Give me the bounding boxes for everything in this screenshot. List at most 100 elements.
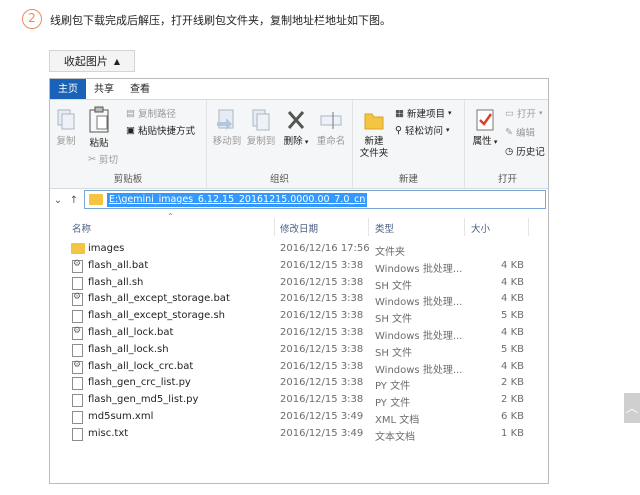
- tab-share[interactable]: 共享: [86, 80, 122, 99]
- batch-file-icon: [72, 326, 83, 340]
- step-instruction: 线刷包下载完成后解压，打开线刷包文件夹，复制地址栏地址如下图。: [50, 14, 391, 27]
- paste-label: 粘贴: [89, 138, 109, 149]
- edit-label: 编辑: [515, 128, 535, 139]
- file-date: 2016/12/15 3:38: [280, 343, 364, 355]
- new-item-button[interactable]: ▦ 新建项目 ▾: [395, 106, 452, 121]
- copy-label: 复制: [56, 136, 76, 147]
- file-icon: [72, 276, 83, 290]
- file-row[interactable]: flash_all_except_storage.sh 2016/12/15 3:…: [50, 308, 548, 325]
- file-size: 4 KB: [501, 259, 524, 271]
- batch-file-icon: [72, 259, 83, 273]
- up-arrow-icon[interactable]: ↑: [66, 195, 82, 206]
- column-header-name[interactable]: 名称: [72, 221, 91, 235]
- column-header-size[interactable]: 大小: [471, 221, 490, 235]
- paste-button[interactable]: 粘贴: [84, 106, 114, 150]
- easy-access-icon: ⚲: [395, 124, 402, 136]
- explorer-window: 主页 共享 查看 复制 粘贴 ▤ 复制路径 ▣ 粘贴快捷方式 ✂ 剪切 剪贴板 …: [49, 78, 549, 484]
- file-row[interactable]: flash_gen_md5_list.py 2016/12/15 3:38 PY 文…: [50, 392, 548, 409]
- paste-shortcut-icon: ▣: [126, 124, 135, 136]
- new-folder-label: 新建 文件夹: [359, 136, 389, 159]
- paste-shortcut-button[interactable]: ▣ 粘贴快捷方式: [126, 123, 195, 138]
- file-name: misc.txt: [88, 427, 129, 439]
- collapse-image-button[interactable]: 收起图片 ▲: [49, 50, 135, 72]
- file-date: 2016/12/15 3:38: [280, 310, 364, 322]
- copy-to-button[interactable]: 复制到: [245, 108, 277, 148]
- copy-to-icon: [252, 109, 270, 131]
- dropdown-caret-icon: ▾: [539, 109, 543, 117]
- file-row[interactable]: flash_all_except_storage.bat 2016/12/15 3…: [50, 291, 548, 308]
- rename-button[interactable]: 重命名: [313, 108, 349, 148]
- copy-path-label: 复制路径: [137, 109, 176, 120]
- file-type: Windows 批处理...: [375, 330, 463, 342]
- edit-button[interactable]: ✎ 编辑: [505, 125, 535, 140]
- file-size: 1 KB: [501, 427, 524, 439]
- file-name: flash_all_lock.sh: [88, 343, 169, 355]
- file-type: Windows 批处理...: [375, 263, 463, 275]
- paste-shortcut-label: 粘贴快捷方式: [137, 126, 195, 137]
- dropdown-caret-icon: ▾: [448, 109, 452, 117]
- file-size: 6 KB: [501, 410, 524, 422]
- copy-button[interactable]: 复制: [52, 108, 80, 148]
- file-row[interactable]: flash_all.sh 2016/12/15 3:38 SH 文件 4 KB: [50, 275, 548, 292]
- step-number-badge: 2: [22, 9, 42, 29]
- file-row[interactable]: flash_gen_crc_list.py 2016/12/15 3:38 PY 文…: [50, 375, 548, 392]
- column-header-type[interactable]: 类型: [375, 221, 394, 235]
- file-icon: [72, 377, 83, 391]
- copy-path-button[interactable]: ▤ 复制路径: [126, 106, 176, 121]
- file-row[interactable]: flash_all.bat 2016/12/15 3:38 Windows 批处理.…: [50, 258, 548, 275]
- cut-button[interactable]: ✂ 剪切: [88, 152, 118, 167]
- file-row[interactable]: flash_all_lock.sh 2016/12/15 3:38 SH 文件 5 K…: [50, 342, 548, 359]
- file-name: images: [88, 243, 125, 254]
- file-name: flash_all_lock_crc.bat: [88, 360, 194, 372]
- file-row[interactable]: flash_all_lock_crc.bat 2016/12/15 3:38 Win…: [50, 359, 548, 376]
- file-row[interactable]: images 2016/12/16 17:56 文件夹: [50, 241, 548, 258]
- file-icon: [72, 310, 83, 324]
- history-button[interactable]: ◷ 历史记: [505, 144, 545, 159]
- open-group: 属性 ▾ ▭ 打开 ▾ ✎ 编辑 ◷ 历史记 打开: [465, 100, 548, 188]
- file-date: 2016/12/15 3:49: [280, 410, 364, 422]
- history-icon: ◷: [505, 145, 514, 157]
- column-header-date[interactable]: 修改日期: [280, 221, 318, 235]
- move-to-button[interactable]: 移动到: [211, 108, 243, 148]
- file-icon: [72, 343, 83, 357]
- file-name: flash_all_except_storage.bat: [88, 293, 230, 305]
- new-folder-icon: [364, 113, 384, 130]
- file-name: flash_gen_md5_list.py: [88, 394, 199, 406]
- file-date: 2016/12/15 3:38: [280, 259, 364, 271]
- scroll-to-top-button[interactable]: ︿: [624, 393, 640, 423]
- file-row[interactable]: flash_all_lock.bat 2016/12/15 3:38 Windows…: [50, 325, 548, 342]
- file-row[interactable]: md5sum.xml 2016/12/15 3:49 XML 文档 6 KB: [50, 409, 548, 426]
- file-size: 2 KB: [501, 377, 524, 389]
- collapse-button-label: 收起图片: [63, 55, 108, 68]
- delete-label: 删除 ▾: [283, 136, 309, 147]
- easy-access-button[interactable]: ⚲ 轻松访问 ▾: [395, 123, 450, 138]
- chevron-down-icon[interactable]: ⌄: [50, 195, 66, 206]
- file-type: XML 文档: [375, 414, 420, 426]
- file-row[interactable]: misc.txt 2016/12/15 3:49 文本文档 1 KB: [50, 426, 548, 443]
- tab-view[interactable]: 查看: [122, 80, 158, 99]
- open-button[interactable]: ▭ 打开 ▾: [505, 106, 543, 121]
- file-icon: [72, 394, 83, 408]
- address-bar: ⌄ ↑ E:\gemini_images_6.12.15_20161215.00…: [50, 189, 548, 211]
- file-date: 2016/12/15 3:38: [280, 276, 364, 288]
- edit-pencil-icon: ✎: [505, 126, 513, 138]
- copy-path-icon: ▤: [126, 107, 135, 119]
- properties-label: 属性 ▾: [472, 136, 498, 147]
- file-size: 2 KB: [501, 394, 524, 406]
- new-group-label: 新建: [398, 174, 418, 185]
- file-date: 2016/12/15 3:38: [280, 293, 364, 305]
- address-path-text[interactable]: E:\gemini_images_6.12.15_20161215.0000.0…: [107, 192, 368, 207]
- open-group-label: 打开: [497, 174, 517, 185]
- file-name: flash_all.sh: [88, 276, 144, 288]
- new-folder-button[interactable]: 新建 文件夹: [357, 108, 391, 160]
- tab-home[interactable]: 主页: [50, 79, 86, 99]
- paste-icon: [89, 106, 109, 133]
- file-size: 4 KB: [501, 293, 524, 305]
- properties-check-icon: [476, 109, 494, 131]
- address-input[interactable]: E:\gemini_images_6.12.15_20161215.0000.0…: [84, 190, 546, 209]
- properties-button[interactable]: 属性 ▾: [471, 108, 499, 148]
- file-icon: [72, 427, 83, 441]
- open-icon: ▭: [505, 107, 514, 119]
- dropdown-caret-icon: ▾: [445, 126, 450, 134]
- delete-button[interactable]: 删除 ▾: [283, 108, 309, 148]
